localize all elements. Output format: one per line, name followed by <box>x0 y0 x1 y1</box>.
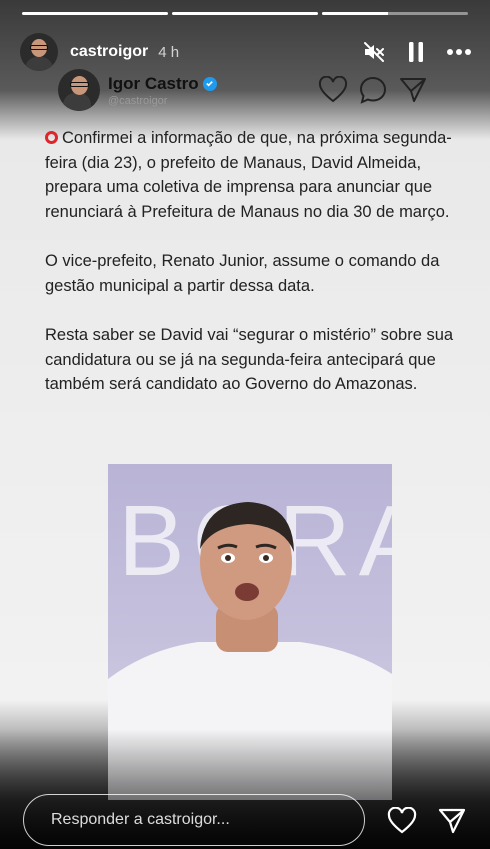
tweet-handle: @castroigor <box>108 94 168 107</box>
send-icon <box>398 76 428 109</box>
progress-segment <box>172 12 318 15</box>
tweet-actions <box>318 75 428 109</box>
tweet-text: Confirmei a informação de que, na próxim… <box>45 126 465 422</box>
tweet-paragraph: Confirmei a informação de que, na próxim… <box>45 129 452 221</box>
verified-badge-icon <box>202 76 217 91</box>
heart-icon <box>318 75 348 109</box>
story-viewer: castroigor 4 h Igor Castro @castroigor C… <box>0 0 490 849</box>
comment-icon <box>358 76 388 109</box>
mute-icon[interactable] <box>362 40 386 64</box>
share-send-icon[interactable] <box>437 807 467 840</box>
reply-input[interactable] <box>49 810 353 830</box>
reply-field[interactable] <box>23 794 365 846</box>
pause-icon[interactable] <box>408 41 424 63</box>
tweet-paragraph: O vice-prefeito, Renato Junior, assume o… <box>45 252 440 295</box>
tweet-author-name: Igor Castro <box>108 73 199 93</box>
red-circle-icon <box>45 131 58 144</box>
progress-segment <box>22 12 168 15</box>
story-header: castroigor 4 h <box>20 32 472 72</box>
tweet-paragraph: Resta saber se David vai “segurar o mist… <box>45 326 454 393</box>
tweet-avatar <box>58 69 100 111</box>
like-heart-icon[interactable] <box>387 806 417 840</box>
more-icon[interactable] <box>446 48 472 56</box>
avatar[interactable] <box>20 33 58 71</box>
story-username[interactable]: castroigor <box>70 43 148 61</box>
story-time: 4 h <box>158 43 180 61</box>
story-progress <box>22 12 468 15</box>
progress-segment <box>322 12 468 15</box>
